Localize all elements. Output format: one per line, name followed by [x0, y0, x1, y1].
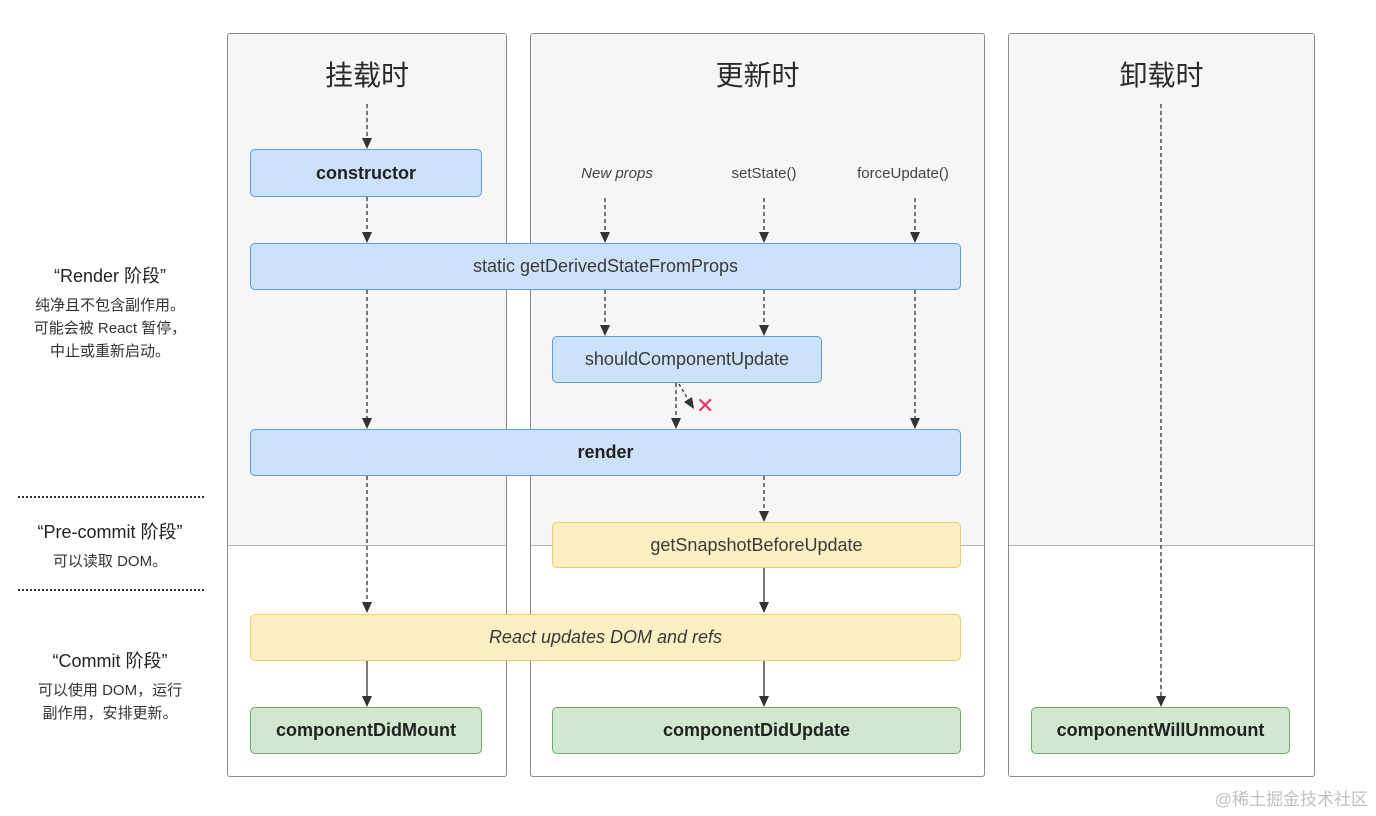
method-constructor[interactable]: constructor	[250, 149, 482, 197]
arrowhead	[910, 418, 920, 429]
arrowhead	[1156, 696, 1166, 707]
arrowhead	[684, 397, 694, 409]
arrowhead	[671, 418, 681, 429]
arrowhead	[362, 418, 372, 429]
trigger-new-props: New props	[581, 165, 653, 182]
arrowhead	[759, 602, 769, 613]
cancel-x-icon: ✕	[696, 393, 715, 418]
arrowhead	[759, 511, 769, 522]
method-should-component-update[interactable]: shouldComponentUpdate	[552, 336, 822, 383]
method-get-snapshot-before-update[interactable]: getSnapshotBeforeUpdate	[552, 522, 961, 568]
watermark: @稀土掘金技术社区	[1214, 790, 1368, 809]
arrowhead	[362, 138, 372, 149]
trigger-set-state: setState()	[731, 165, 797, 182]
method-get-derived-state-from-props[interactable]: static getDerivedStateFromProps	[250, 243, 961, 290]
arrowhead	[362, 232, 372, 243]
method-component-will-unmount[interactable]: componentWillUnmount	[1031, 707, 1290, 754]
react-updates-dom-and-refs: React updates DOM and refs	[250, 614, 961, 661]
arrowhead	[910, 232, 920, 243]
method-component-did-mount[interactable]: componentDidMount	[250, 707, 482, 754]
method-render[interactable]: render	[250, 429, 961, 476]
arrowhead	[362, 696, 372, 707]
arrowhead	[759, 696, 769, 707]
trigger-force-update: forceUpdate()	[857, 165, 949, 182]
arrowhead	[600, 232, 610, 243]
arrowhead	[759, 325, 769, 336]
arrowhead	[759, 232, 769, 243]
method-component-did-update[interactable]: componentDidUpdate	[552, 707, 961, 754]
arrowhead	[362, 602, 372, 613]
arrow-scu-cancel	[678, 383, 690, 402]
flow-arrows	[362, 104, 1166, 707]
arrowhead	[600, 325, 610, 336]
